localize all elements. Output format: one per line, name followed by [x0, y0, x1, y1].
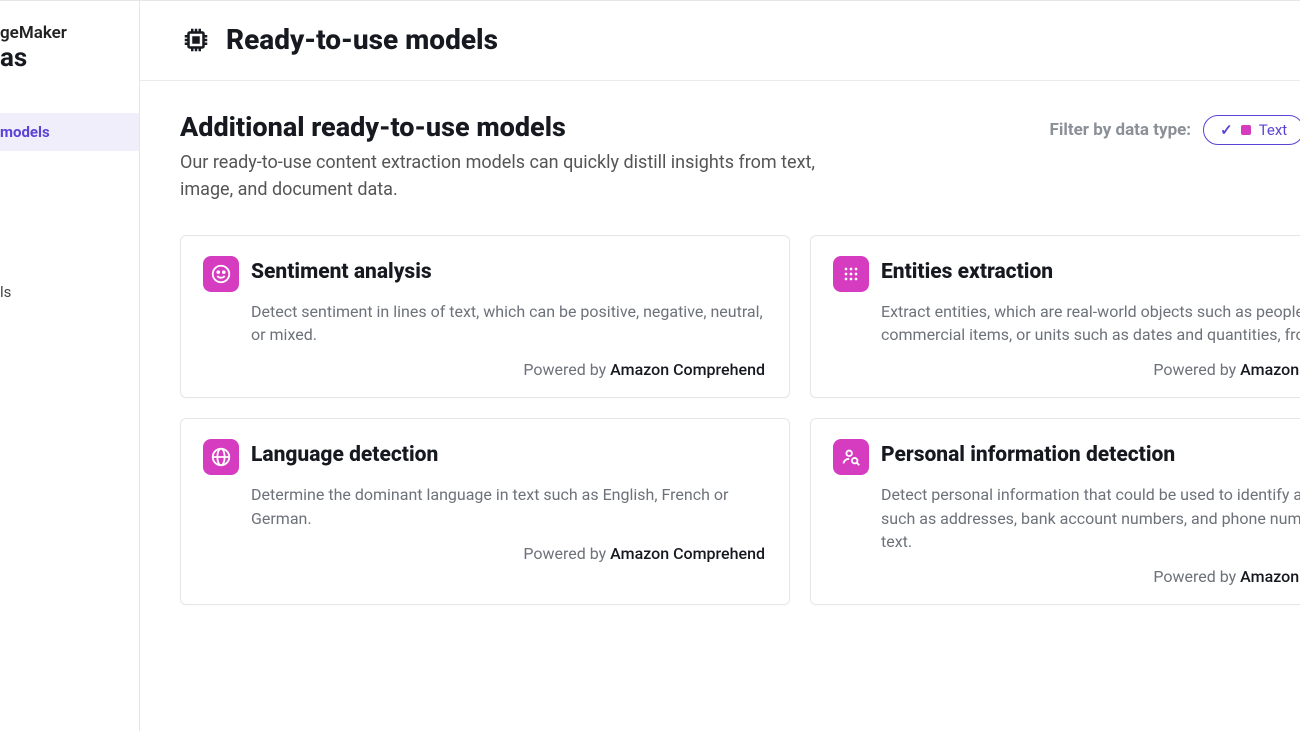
card-description: Detect personal information that could b…	[881, 483, 1300, 553]
card-description: Extract entities, which are real-world o…	[881, 300, 1300, 346]
section-heading-block: Additional ready-to-use models Our ready…	[180, 111, 860, 203]
sidebar: geMaker as models ls	[0, 1, 140, 731]
powered-service: Amazon Comprehend	[610, 360, 765, 379]
page-title: Ready-to-use models	[226, 23, 498, 56]
card-entities-extraction[interactable]: Entities extraction Extract entities, wh…	[810, 235, 1300, 398]
powered-prefix: Powered by	[1153, 567, 1240, 586]
card-description: Detect sentiment in lines of text, which…	[251, 300, 765, 346]
sidebar-item-other[interactable]: ls	[0, 273, 139, 311]
cpu-chip-icon	[180, 24, 212, 56]
card-powered-by: Powered by Amazon Comprehend	[203, 544, 765, 563]
text-swatch-icon	[1241, 125, 1251, 135]
card-sentiment-analysis[interactable]: Sentiment analysis Detect sentiment in l…	[180, 235, 790, 398]
product-label-partial-1: geMaker	[0, 23, 139, 43]
grid-dots-icon	[833, 256, 869, 292]
card-personal-information-detection[interactable]: Personal information detection Detect pe…	[810, 418, 1300, 605]
sidebar-item-label: models	[0, 123, 50, 141]
powered-prefix: Powered by	[1153, 360, 1240, 379]
card-powered-by: Powered by Amazon Comprehend	[203, 360, 765, 379]
card-description: Determine the dominant language in text …	[251, 483, 765, 529]
check-icon: ✓	[1220, 121, 1233, 139]
card-title: Entities extraction	[881, 260, 1053, 284]
filter-row: Filter by data type: ✓ Text Image	[1050, 111, 1300, 145]
section-description: Our ready-to-use content extraction mode…	[180, 149, 860, 203]
card-powered-by: Powered by Amazon Comprehend	[833, 360, 1300, 379]
powered-prefix: Powered by	[523, 360, 610, 379]
card-powered-by: Powered by Amazon Comprehend	[833, 567, 1300, 586]
sidebar-item-label: ls	[0, 283, 11, 301]
smile-icon	[203, 256, 239, 292]
powered-prefix: Powered by	[523, 544, 610, 563]
globe-icon	[203, 439, 239, 475]
main-content: Ready-to-use models Additional ready-to-…	[140, 1, 1300, 731]
product-label-partial-2: as	[0, 43, 139, 73]
card-title: Personal information detection	[881, 443, 1175, 467]
card-title: Language detection	[251, 443, 438, 467]
card-title: Sentiment analysis	[251, 260, 432, 284]
powered-service: Amazon Comprehend	[1240, 360, 1300, 379]
section-title: Additional ready-to-use models	[180, 111, 860, 143]
person-search-icon	[833, 439, 869, 475]
card-language-detection[interactable]: Language detection Determine the dominan…	[180, 418, 790, 605]
filter-chip-text[interactable]: ✓ Text	[1203, 115, 1300, 145]
chip-label: Text	[1259, 121, 1288, 139]
powered-service: Amazon Comprehend	[610, 544, 765, 563]
cards-grid: Sentiment analysis Detect sentiment in l…	[180, 235, 1300, 605]
sidebar-item-ready-to-use-models[interactable]: models	[0, 113, 139, 151]
filter-label: Filter by data type:	[1050, 120, 1192, 140]
page-header: Ready-to-use models	[140, 1, 1300, 81]
powered-service: Amazon Comprehend	[1240, 567, 1300, 586]
